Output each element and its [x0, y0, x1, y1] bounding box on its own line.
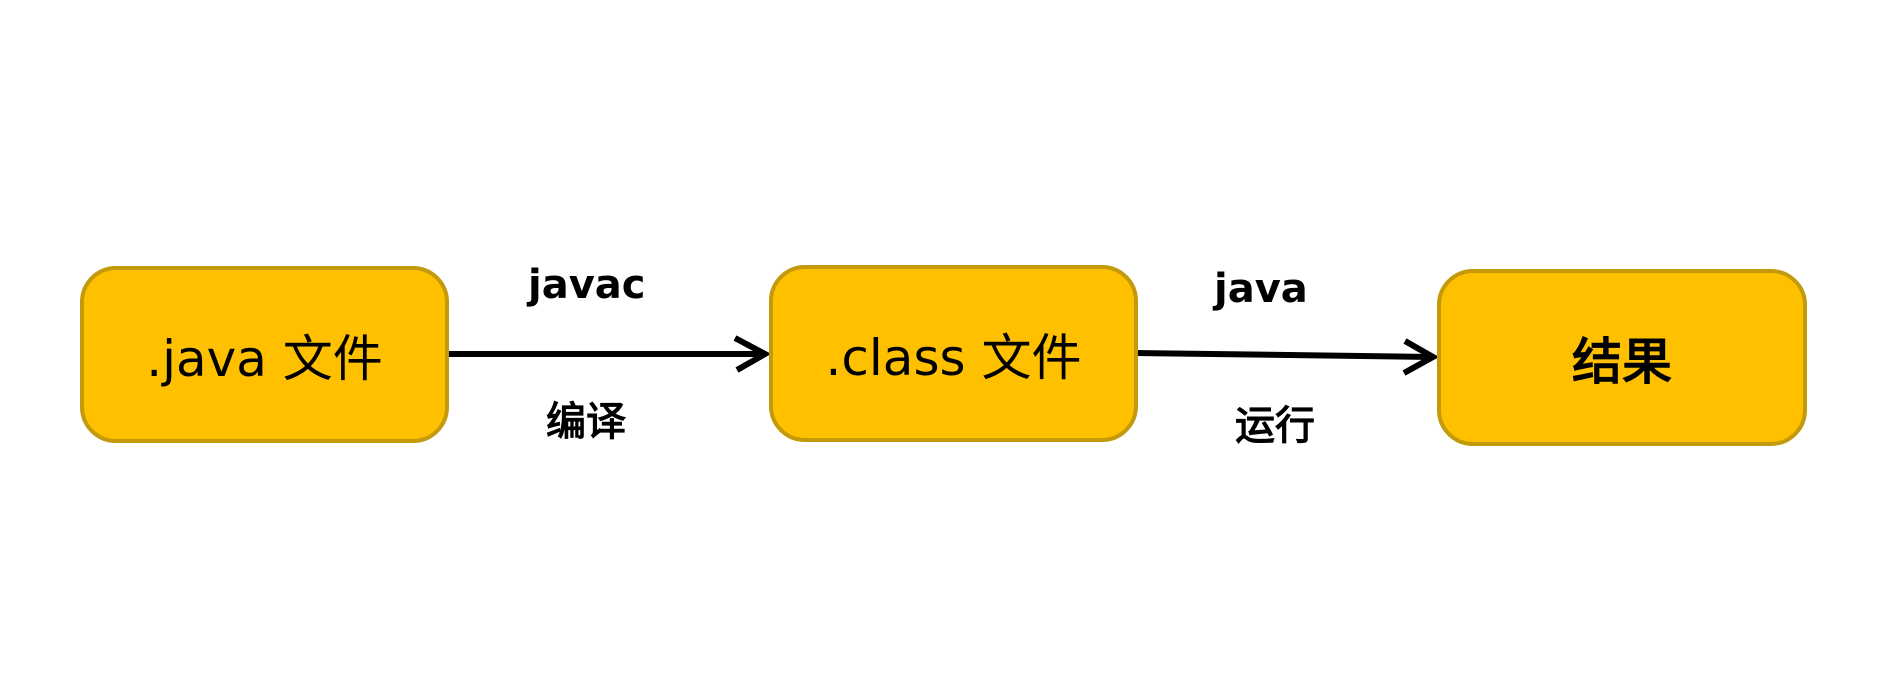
java-file-label: .java 文件	[146, 329, 383, 388]
run-command-label: java	[1214, 266, 1308, 312]
run-arrow-line	[1137, 350, 1434, 360]
result-node: 结果	[1437, 269, 1807, 446]
compile-step-label: 编译	[546, 399, 626, 445]
class-file-node: .class 文件	[769, 265, 1138, 442]
class-file-label: .class 文件	[825, 328, 1082, 387]
result-label: 结果	[1572, 332, 1672, 391]
compile-command-label: javac	[528, 262, 646, 308]
run-step-label: 运行	[1235, 403, 1315, 449]
java-file-node: .java 文件	[80, 266, 449, 443]
